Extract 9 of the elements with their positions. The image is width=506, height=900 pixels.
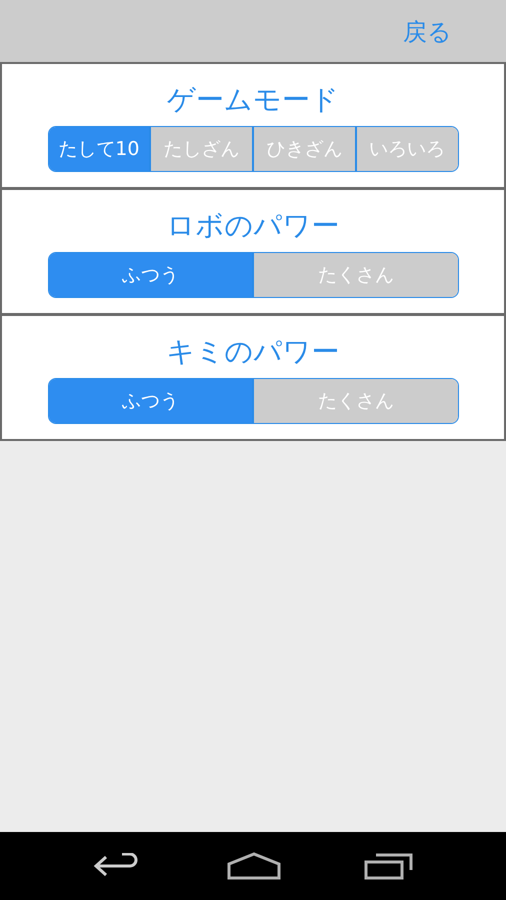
- section-title: ゲームモード: [167, 82, 339, 118]
- back-button[interactable]: 戻る: [403, 14, 452, 50]
- segment-tab[interactable]: たして10: [48, 127, 150, 171]
- section-title: ロボのパワー: [166, 208, 340, 244]
- home-icon[interactable]: [226, 852, 281, 880]
- section-title: キミのパワー: [166, 334, 340, 370]
- recent-apps-icon[interactable]: [364, 852, 414, 880]
- segment-tab[interactable]: ふつう: [48, 253, 252, 297]
- segment-tab[interactable]: ふつう: [48, 379, 252, 423]
